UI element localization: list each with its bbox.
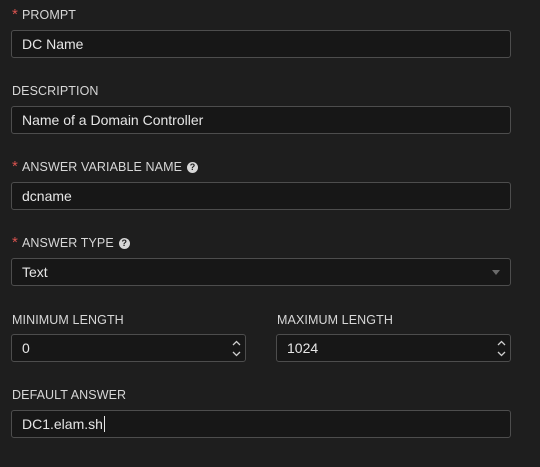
answer-variable-name-value: dcname (22, 188, 72, 204)
required-asterisk: * (12, 158, 18, 175)
maximum-length-value: 1024 (287, 340, 319, 356)
answer-type-label-text: ANSWER TYPE (21, 236, 114, 250)
prompt-input-value: DC Name (22, 36, 84, 52)
minimum-length-value: 0 (22, 340, 30, 356)
minimum-length-label: MINIMUM LENGTH (12, 312, 124, 328)
default-answer-label: DEFAULT ANSWER (12, 387, 126, 403)
question-circle-icon[interactable]: ? (118, 237, 130, 249)
answer-type-label: * ANSWER TYPE ? (12, 235, 130, 251)
prompt-input[interactable]: DC Name (11, 30, 511, 58)
chevron-down-icon[interactable] (495, 348, 507, 359)
chevron-down-icon[interactable] (230, 348, 242, 359)
chevron-up-icon[interactable] (230, 337, 242, 348)
description-input-value: Name of a Domain Controller (22, 112, 204, 128)
default-answer-value: DC1.elam.sh (22, 416, 103, 432)
maximum-length-label: MAXIMUM LENGTH (277, 312, 393, 328)
prompt-label-text: PROMPT (21, 8, 77, 22)
answer-variable-name-label: * ANSWER VARIABLE NAME ? (12, 158, 199, 175)
answer-type-selected: Text (22, 264, 48, 280)
description-label-text: DESCRIPTION (12, 84, 99, 98)
caret-down-icon (492, 270, 500, 275)
description-input[interactable]: Name of a Domain Controller (11, 106, 511, 134)
minimum-length-label-text: MINIMUM LENGTH (12, 313, 124, 327)
minimum-length-input[interactable]: 0 (11, 334, 246, 362)
chevron-up-icon[interactable] (495, 337, 507, 348)
maximum-length-input[interactable]: 1024 (276, 334, 511, 362)
minimum-length-stepper[interactable] (230, 337, 242, 359)
maximum-length-stepper[interactable] (495, 337, 507, 359)
answer-type-select[interactable]: Text (11, 258, 511, 286)
survey-question-form: * PROMPT DC Name DESCRIPTION Name of a D… (0, 0, 540, 467)
answer-variable-name-label-text: ANSWER VARIABLE NAME (21, 160, 183, 174)
prompt-label: * PROMPT (12, 7, 76, 23)
text-cursor (103, 416, 105, 432)
description-label: DESCRIPTION (12, 83, 99, 99)
required-asterisk: * (12, 6, 18, 23)
question-circle-icon[interactable]: ? (187, 161, 199, 173)
required-asterisk: * (12, 234, 18, 251)
default-answer-input[interactable]: DC1.elam.sh (11, 410, 511, 438)
answer-variable-name-input[interactable]: dcname (11, 182, 511, 210)
maximum-length-label-text: MAXIMUM LENGTH (277, 313, 393, 327)
default-answer-label-text: DEFAULT ANSWER (12, 388, 127, 402)
